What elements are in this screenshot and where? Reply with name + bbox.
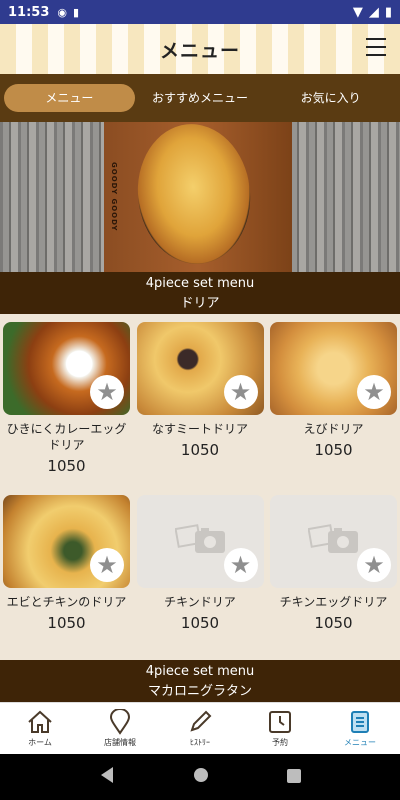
- menu-photo[interactable]: ★: [136, 322, 264, 415]
- menu-card[interactable]: ★ エビとチキンのドリア 1050: [3, 495, 130, 632]
- favorite-star-icon[interactable]: ★: [223, 375, 258, 409]
- menu-price: 1050: [314, 441, 353, 459]
- tab-favorites[interactable]: お気に入り: [265, 84, 396, 112]
- category-tabs: メニュー おすすめメニュー お気に入り: [0, 74, 400, 122]
- menu-title: えびドリア: [303, 422, 364, 436]
- menu-title: エビとチキンのドリア: [6, 595, 127, 609]
- camera-placeholder-icon: [174, 524, 225, 553]
- nav-reservation[interactable]: 予約: [240, 703, 320, 754]
- menu-price: 1050: [47, 614, 86, 632]
- page-title: メニュー: [159, 39, 240, 62]
- menu-grid-row-2: ★ エビとチキンのドリア 1050 ★ チキンドリア 1050 ★ チキンエッグ…: [0, 495, 400, 632]
- nav-reservation-label: 予約: [272, 738, 288, 747]
- hamburger-menu-icon[interactable]: [366, 38, 386, 56]
- board-brand-text: GOODY GOODY: [110, 162, 118, 232]
- menu-photo[interactable]: ★: [3, 322, 130, 415]
- nav-store-info-label: 店舗情報: [104, 738, 136, 747]
- menu-title: チキンドリア: [164, 595, 236, 609]
- nav-store-info[interactable]: 店舗情報: [80, 703, 160, 754]
- menu-photo[interactable]: ★: [270, 322, 397, 415]
- recents-icon[interactable]: [287, 768, 301, 787]
- menu-price: 1050: [180, 441, 220, 459]
- hero-image: GOODY GOODY: [0, 122, 400, 272]
- section-subtitle: 4piece set menu: [145, 664, 255, 679]
- menu-price: 1050: [47, 457, 86, 475]
- favorite-star-icon[interactable]: ★: [90, 375, 124, 409]
- home-icon: [28, 710, 52, 733]
- signal-icon: ◢: [368, 4, 379, 20]
- status-bar: 11:53 ◉ ▮ ▼ ◢ ▮: [0, 0, 400, 24]
- status-time: 11:53: [8, 4, 50, 20]
- menu-card[interactable]: ★ えびドリア 1050: [270, 322, 397, 475]
- sd-card-icon: ▮: [73, 5, 80, 19]
- pencil-icon: [190, 710, 212, 732]
- menu-price: 1050: [314, 614, 353, 632]
- menu-card[interactable]: ★ チキンエッグドリア 1050: [270, 495, 397, 632]
- bottom-navigation: ホーム 店舗情報 ﾋｽﾄﾘｰ 予約 メニュー: [0, 702, 400, 754]
- menu-card[interactable]: ★ なすミートドリア 1050: [136, 322, 264, 475]
- home-circle-icon[interactable]: [193, 767, 209, 787]
- camera-placeholder-icon: [308, 524, 358, 553]
- nav-home[interactable]: ホーム: [0, 703, 80, 754]
- section-header-doria: 4piece set menu ドリア: [0, 272, 400, 314]
- section-header-macaroni-gratin: 4piece set menu マカロニグラタン: [0, 660, 400, 702]
- nav-home-label: ホーム: [28, 738, 52, 747]
- app-header: メニュー: [0, 24, 400, 74]
- menu-card[interactable]: ★ チキンドリア 1050: [136, 495, 264, 632]
- nav-history-label: ﾋｽﾄﾘｰ: [190, 738, 210, 747]
- section-title: ドリア: [180, 296, 220, 311]
- tab-menu[interactable]: メニュー: [4, 84, 135, 112]
- nav-menu[interactable]: メニュー: [320, 703, 400, 754]
- menu-card[interactable]: ★ ひきにくカレーエッグドリア 1050: [3, 322, 130, 475]
- favorite-star-icon[interactable]: ★: [223, 548, 258, 582]
- clock-icon: [269, 711, 291, 733]
- tab-recommended[interactable]: おすすめメニュー: [135, 84, 266, 112]
- system-navigation-bar: [0, 754, 400, 800]
- menu-grid-row-1: ★ ひきにくカレーエッグドリア 1050 ★ なすミートドリア 1050 ★ え…: [0, 322, 400, 475]
- battery-icon: ▮: [384, 4, 392, 20]
- menu-photo[interactable]: ★: [3, 495, 130, 588]
- section-subtitle: 4piece set menu: [145, 276, 255, 291]
- wifi-icon: ▼: [352, 4, 363, 20]
- map-pin-icon: [109, 709, 131, 735]
- menu-title: なすミートドリア: [151, 422, 248, 436]
- favorite-star-icon[interactable]: ★: [357, 548, 391, 582]
- menu-title: ひきにくカレーエッグドリア: [6, 422, 127, 452]
- menu-title: チキンエッグドリア: [279, 595, 388, 609]
- menu-photo-placeholder[interactable]: ★: [270, 495, 397, 588]
- menu-price: 1050: [180, 614, 220, 632]
- menu-photo-placeholder[interactable]: ★: [136, 495, 264, 588]
- notification-icon: ◉: [57, 5, 67, 19]
- favorite-star-icon[interactable]: ★: [357, 375, 391, 409]
- favorite-star-icon[interactable]: ★: [90, 548, 124, 582]
- back-icon[interactable]: [99, 766, 115, 788]
- section-title: マカロニグラタン: [147, 684, 252, 699]
- menu-book-icon: [351, 711, 369, 733]
- nav-history[interactable]: ﾋｽﾄﾘｰ: [160, 703, 240, 754]
- nav-menu-label: メニュー: [344, 738, 376, 747]
